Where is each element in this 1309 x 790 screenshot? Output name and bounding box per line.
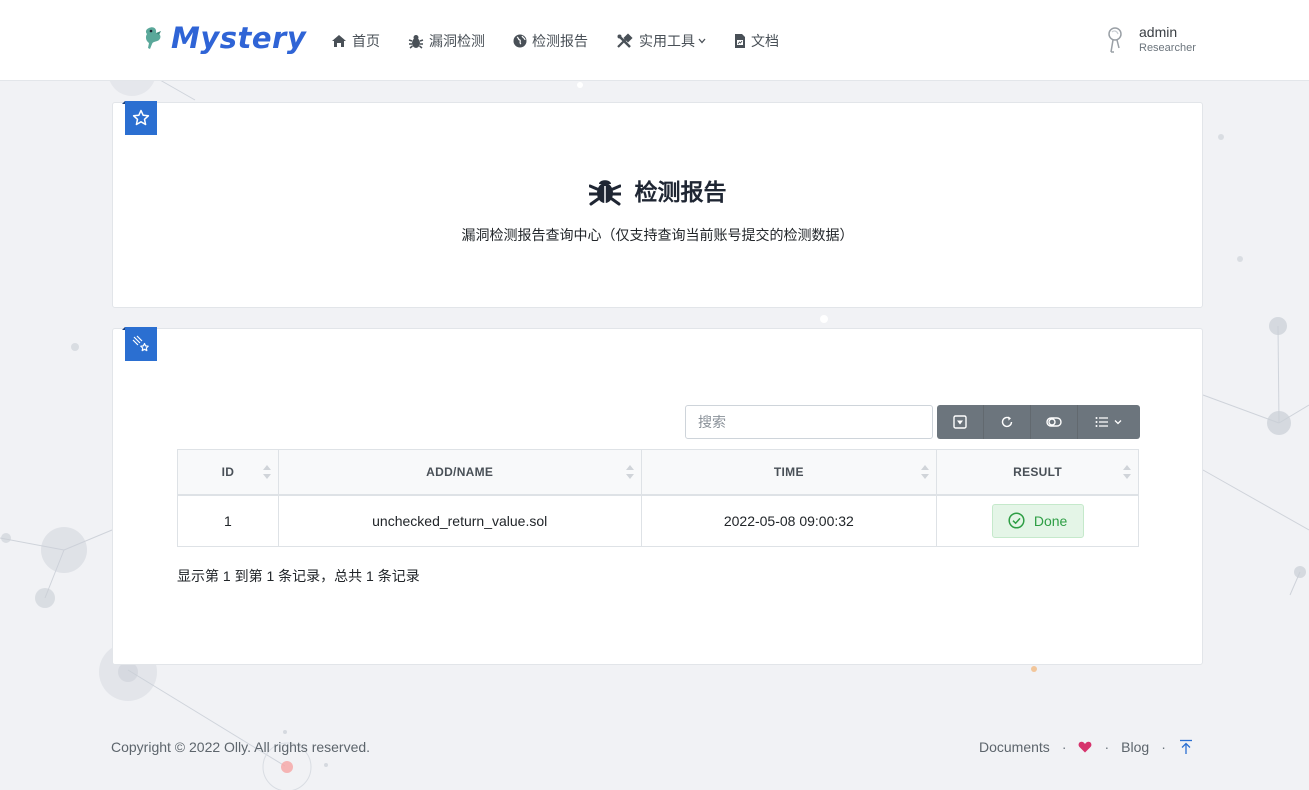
tools-icon <box>617 33 633 48</box>
column-header-time[interactable]: TIME <box>640 449 938 496</box>
sort-icon <box>262 465 271 479</box>
nav-item-label: 实用工具 <box>639 33 695 49</box>
home-icon <box>332 35 346 47</box>
top-navbar: Mystery 首页 漏洞检测 检测报告 实用工具 文档 admin Resea… <box>0 0 1309 81</box>
avatar-icon <box>1108 26 1122 53</box>
table-header-row: ID ADD/NAME TIME RESULT <box>177 449 1139 496</box>
toggle-icon <box>1046 417 1062 427</box>
nav-item-label: 文档 <box>751 33 779 49</box>
nav-item-label: 检测报告 <box>532 33 588 49</box>
report-table-card: ID ADD/NAME TIME RESULT 1 <box>112 327 1203 665</box>
search-input[interactable] <box>685 405 933 439</box>
nav-item-docs[interactable]: 文档 <box>734 31 779 51</box>
column-header-label: ID <box>221 464 235 479</box>
columns-icon <box>1095 417 1108 427</box>
cell-id: 1 <box>177 494 279 547</box>
report-table: ID ADD/NAME TIME RESULT 1 unchecked_retu… <box>177 449 1139 547</box>
heart-icon <box>1079 741 1092 753</box>
column-header-name[interactable]: ADD/NAME <box>277 449 642 496</box>
nav-item-report[interactable]: 检测报告 <box>513 31 588 51</box>
sort-icon <box>921 465 930 479</box>
user-name: admin <box>1139 24 1178 40</box>
footer-link-blog[interactable]: Blog <box>1121 739 1149 755</box>
card-ribbon <box>122 101 157 135</box>
column-header-id[interactable]: ID <box>177 449 279 496</box>
shooting-star-icon <box>132 335 149 352</box>
separator: · <box>1161 739 1166 755</box>
brand[interactable]: Mystery <box>141 18 306 58</box>
user-menu[interactable]: admin Researcher <box>1104 24 1196 55</box>
check-circle-icon <box>1008 512 1025 529</box>
refresh-button[interactable] <box>984 405 1031 439</box>
table-row[interactable]: 1 unchecked_return_value.sol 2022-05-08 … <box>177 494 1139 547</box>
page-title-text: 检测报告 <box>634 179 727 205</box>
column-header-result[interactable]: RESULT <box>936 449 1139 496</box>
main-nav: 首页 漏洞检测 检测报告 实用工具 文档 <box>331 28 807 54</box>
export-icon <box>953 415 967 429</box>
nav-item-tools[interactable]: 实用工具 <box>616 31 706 51</box>
nav-item-label: 漏洞检测 <box>429 33 485 49</box>
nav-item-label: 首页 <box>352 33 380 49</box>
status-badge[interactable]: Done <box>991 503 1084 538</box>
table-toolbar <box>937 405 1140 439</box>
export-button[interactable] <box>937 405 984 439</box>
refresh-icon <box>1001 416 1013 428</box>
user-role: Researcher <box>1139 42 1196 54</box>
brand-name: Mystery <box>171 21 307 55</box>
dragon-logo-icon <box>145 27 161 49</box>
status-label: Done <box>1033 512 1068 529</box>
chevron-down-icon <box>698 38 706 44</box>
cell-time: 2022-05-08 09:00:32 <box>640 494 938 547</box>
sort-icon <box>625 465 634 479</box>
page-title: 检测报告 <box>113 173 1202 207</box>
cell-name: unchecked_return_value.sol <box>277 494 642 547</box>
pagination-info: 显示第 1 到第 1 条记录，总共 1 条记录 <box>177 568 420 584</box>
column-header-label: ADD/NAME <box>426 464 494 479</box>
sort-icon <box>1123 465 1131 479</box>
star-icon <box>132 109 150 126</box>
footer-link-documents[interactable]: Documents <box>979 739 1050 755</box>
file-icon <box>735 34 745 48</box>
nav-item-vuln-detect[interactable]: 漏洞检测 <box>408 31 485 51</box>
columns-button[interactable] <box>1078 405 1140 439</box>
separator: · <box>1104 739 1110 755</box>
report-header-card: 检测报告 漏洞检测报告查询中心（仅支持查询当前账号提交的检测数据） <box>112 101 1203 308</box>
column-header-label: RESULT <box>1013 464 1063 479</box>
card-ribbon <box>122 327 157 361</box>
page-subtitle: 漏洞检测报告查询中心（仅支持查询当前账号提交的检测数据） <box>461 227 854 243</box>
cell-result: Done <box>936 494 1139 547</box>
bug-icon <box>408 34 424 49</box>
toggle-view-button[interactable] <box>1031 405 1078 439</box>
column-header-label: TIME <box>773 464 804 479</box>
back-to-top-icon[interactable] <box>1178 739 1194 755</box>
globe-icon <box>513 34 527 48</box>
footer-links: Documents · · Blog · <box>979 739 1194 755</box>
nav-item-home[interactable]: 首页 <box>331 31 380 51</box>
separator: · <box>1061 739 1067 755</box>
bug-icon <box>588 180 621 206</box>
footer-copyright: Copyright © 2022 Olly. All rights reserv… <box>111 739 371 755</box>
chevron-down-icon <box>1114 420 1122 425</box>
